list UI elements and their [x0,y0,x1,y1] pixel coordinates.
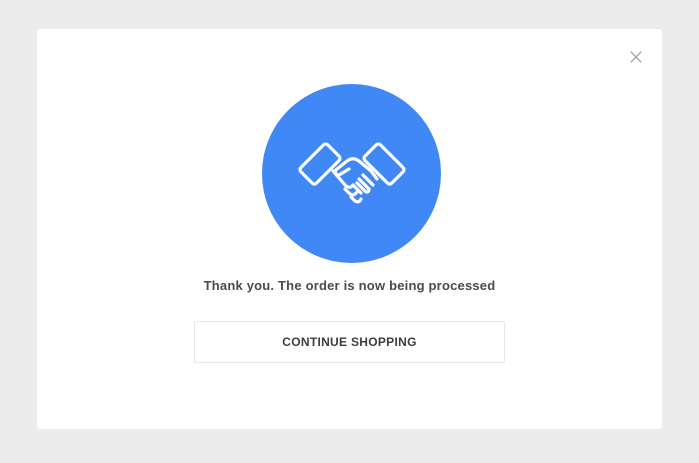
success-illustration [262,84,441,263]
close-icon [630,51,642,63]
close-button[interactable] [625,46,647,68]
confirmation-message: Thank you. The order is now being proces… [203,278,496,293]
continue-shopping-button[interactable]: CONTINUE SHOPPING [194,321,505,363]
order-confirmation-modal: Thank you. The order is now being proces… [37,29,662,429]
handshake-icon [297,141,406,203]
